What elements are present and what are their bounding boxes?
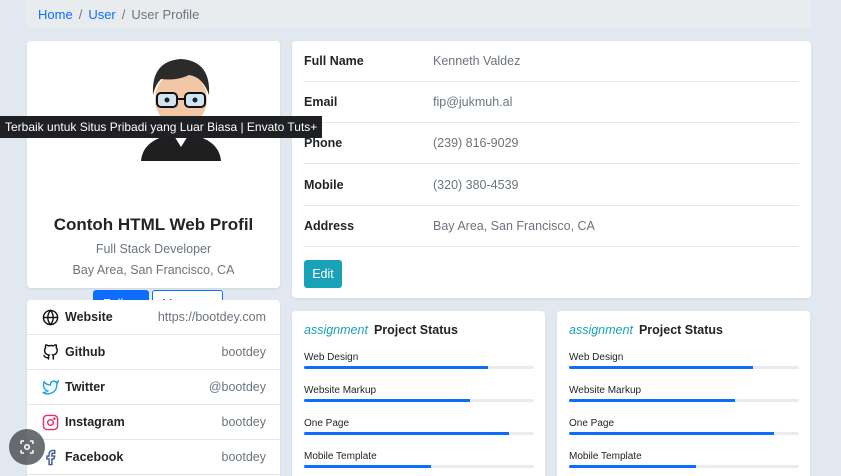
detail-key: Email: [304, 95, 338, 109]
breadcrumb-separator: /: [78, 6, 83, 22]
social-link-website[interactable]: Website https://bootdey.com: [27, 300, 280, 335]
status-title-text: Project Status: [638, 323, 723, 337]
profile-name: Contoh HTML Web Profil: [53, 215, 254, 234]
project-status-title: assignment Project Status: [304, 323, 458, 337]
progress-track: [569, 366, 799, 369]
detail-key: Address: [304, 219, 355, 233]
breadcrumb-user-link[interactable]: User: [88, 7, 115, 22]
social-value: bootdey: [221, 345, 266, 359]
profile-card: Contoh HTML Web Profil Full Stack Develo…: [27, 41, 280, 318]
breadcrumb-home-link[interactable]: Home: [38, 7, 73, 22]
progress-label: Web Design: [569, 352, 624, 363]
social-label: Instagram: [65, 415, 125, 429]
progress-label: Mobile Template: [304, 451, 377, 462]
progress-fill: [304, 465, 431, 468]
progress-label: One Page: [304, 418, 350, 429]
progress-item: One Page: [304, 418, 534, 435]
social-link-instagram[interactable]: Instagram bootdey: [27, 405, 280, 440]
detail-value: Bay Area, San Francisco, CA: [433, 219, 595, 233]
profile-role: Full Stack Developer: [95, 242, 212, 256]
breadcrumb-current: User Profile: [131, 6, 200, 22]
project-status-title: assignment Project Status: [569, 323, 723, 337]
detail-row-phone: Phone (239) 816-9029: [304, 123, 799, 164]
detail-row-email: Email fip@jukmuh.al: [304, 82, 799, 123]
edit-button[interactable]: Edit: [304, 260, 342, 288]
progress-fill: [304, 366, 488, 369]
social-label: Website: [65, 310, 113, 324]
progress-item: Website Markup: [304, 385, 534, 402]
progress-label: Web Design: [304, 352, 359, 363]
progress-fill: [569, 432, 774, 435]
progress-label: One Page: [569, 418, 615, 429]
progress-item: Website Markup: [569, 385, 799, 402]
instagram-icon: [41, 413, 59, 431]
breadcrumb: Home / User / User Profile: [26, 0, 811, 28]
progress-item: Mobile Template: [304, 451, 534, 468]
progress-fill: [304, 399, 470, 402]
detail-value: fip@jukmuh.al: [433, 95, 513, 109]
profile-location: Bay Area, San Francisco, CA: [72, 263, 235, 277]
progress-item: Web Design: [304, 352, 534, 369]
project-status-card: assignment Project Status Web Design Webs…: [557, 311, 810, 476]
progress-fill: [569, 366, 753, 369]
globe-icon: [41, 308, 59, 326]
social-label: Facebook: [65, 450, 124, 464]
progress-track: [304, 432, 534, 435]
avatar: [141, 59, 221, 161]
social-label: Twitter: [65, 380, 106, 394]
progress-item: Web Design: [569, 352, 799, 369]
detail-row-mobile: Mobile (320) 380-4539: [304, 165, 799, 206]
progress-track: [569, 465, 799, 468]
social-value: bootdey: [221, 415, 266, 429]
detail-value: Kenneth Valdez: [433, 54, 521, 68]
progress-track: [569, 399, 799, 402]
github-icon: [41, 343, 59, 361]
lens-search-icon[interactable]: [9, 429, 45, 465]
progress-label: Website Markup: [569, 385, 642, 396]
progress-fill: [569, 465, 696, 468]
assignment-tag: assignment: [569, 323, 633, 337]
social-link-github[interactable]: Github bootdey: [27, 335, 280, 370]
progress-track: [304, 399, 534, 402]
progress-track: [304, 366, 534, 369]
project-status-card: assignment Project Status Web Design Webs…: [292, 311, 545, 476]
progress-item: Mobile Template: [569, 451, 799, 468]
social-link-facebook[interactable]: Facebook bootdey: [27, 440, 280, 475]
progress-label: Mobile Template: [569, 451, 642, 462]
assignment-tag: assignment: [304, 323, 368, 337]
detail-key: Full Name: [304, 54, 364, 68]
image-tooltip: Terbaik untuk Situs Pribadi yang Luar Bi…: [0, 116, 323, 138]
detail-value: (239) 816-9029: [433, 136, 519, 150]
status-title-text: Project Status: [373, 323, 458, 337]
detail-key: Phone: [304, 136, 343, 150]
social-label: Github: [65, 345, 106, 359]
progress-fill: [569, 399, 735, 402]
progress-label: Website Markup: [304, 385, 377, 396]
progress-fill: [304, 432, 509, 435]
profile-details-card: Full Name Kenneth Valdez Email fip@jukmu…: [292, 41, 811, 298]
progress-track: [304, 465, 534, 468]
detail-key: Mobile: [304, 178, 344, 192]
breadcrumb-separator: /: [121, 6, 126, 22]
detail-value: (320) 380-4539: [433, 178, 519, 192]
progress-item: One Page: [569, 418, 799, 435]
social-links-card: Website https://bootdey.com Github bootd…: [27, 300, 280, 476]
social-value: https://bootdey.com: [157, 310, 266, 324]
twitter-icon: [41, 378, 59, 396]
detail-row-full-name: Full Name Kenneth Valdez: [304, 41, 799, 82]
social-value: @bootdey: [208, 380, 266, 394]
progress-track: [569, 432, 799, 435]
detail-row-address: Address Bay Area, San Francisco, CA: [304, 206, 799, 247]
social-link-twitter[interactable]: Twitter @bootdey: [27, 370, 280, 405]
social-value: bootdey: [221, 450, 266, 464]
